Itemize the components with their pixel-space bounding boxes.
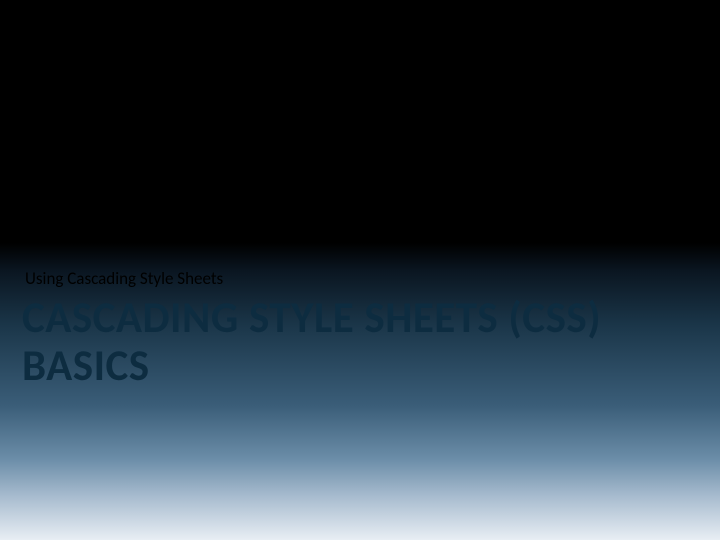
slide-title: CASCADING STYLE SHEETS (CSS) BASICS [22,294,690,390]
slide-container: Using Cascading Style Sheets CASCADING S… [0,0,720,540]
slide-subtitle: Using Cascading Style Sheets [25,268,223,289]
